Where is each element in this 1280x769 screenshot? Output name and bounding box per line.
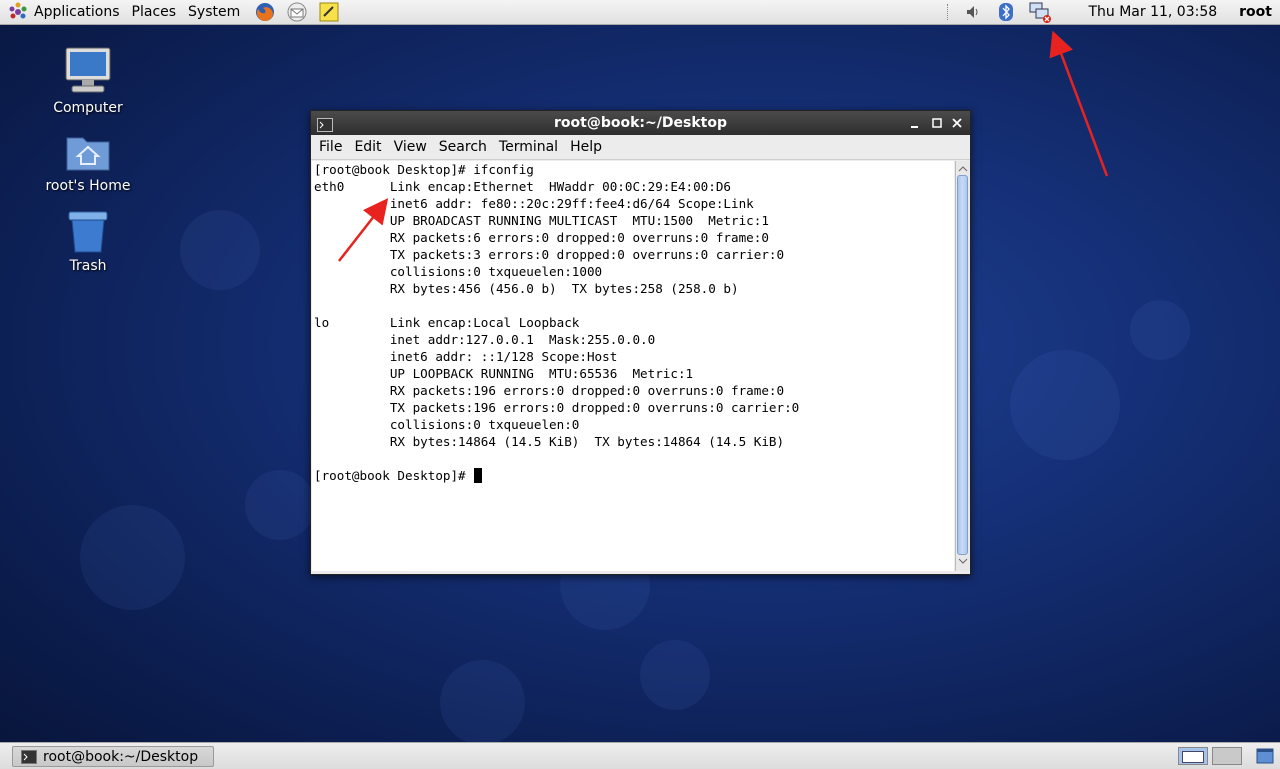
text-cursor xyxy=(474,468,483,483)
desktop-icon-label: Trash xyxy=(69,258,107,274)
computer-icon xyxy=(62,44,114,96)
menu-edit[interactable]: Edit xyxy=(348,139,387,155)
close-button[interactable] xyxy=(950,111,964,135)
vertical-scrollbar[interactable] xyxy=(955,161,970,571)
terminal-line: RX packets:6 errors:0 dropped:0 overruns… xyxy=(314,230,769,245)
desktop-icon-computer[interactable]: Computer xyxy=(33,44,143,116)
terminal-app-icon xyxy=(317,116,333,140)
bluetooth-icon[interactable] xyxy=(998,2,1014,22)
workspace-window-thumb xyxy=(1182,751,1204,763)
terminal-line: inet6 addr: ::1/128 Scope:Host xyxy=(314,349,618,364)
terminal-line: collisions:0 txqueuelen:1000 xyxy=(314,264,603,279)
terminal-menubar: File Edit View Search Terminal Help xyxy=(311,135,970,160)
home-folder-icon xyxy=(65,130,111,174)
terminal-prompt: [root@book Desktop]# xyxy=(314,468,474,483)
gnome-foot-icon[interactable] xyxy=(8,2,28,22)
terminal-line: [root@book Desktop]# ifconfig xyxy=(314,162,534,177)
terminal-task-icon xyxy=(21,749,37,764)
desktop-icon-label: root's Home xyxy=(45,178,131,194)
annotation-arrow-network-icon xyxy=(1049,30,1109,177)
window-title: root@book:~/Desktop xyxy=(554,115,727,131)
firefox-icon[interactable] xyxy=(254,1,276,23)
terminal-line: UP BROADCAST RUNNING MULTICAST MTU:1500 … xyxy=(314,213,769,228)
menu-view[interactable]: View xyxy=(388,139,433,155)
terminal-line: TX packets:3 errors:0 dropped:0 overruns… xyxy=(314,247,785,262)
menu-system[interactable]: System xyxy=(182,0,246,24)
top-panel: Applications Places System Thu Mar 11, 0… xyxy=(0,0,1280,25)
menu-help[interactable]: Help xyxy=(564,139,608,155)
menu-applications[interactable]: Applications xyxy=(28,0,126,24)
terminal-line: inet6 addr: fe80::20c:29ff:fee4:d6/64 Sc… xyxy=(314,196,754,211)
menu-places[interactable]: Places xyxy=(126,0,183,24)
terminal-line: RX packets:196 errors:0 dropped:0 overru… xyxy=(314,383,785,398)
terminal-line: eth0 Link encap:Ethernet HWaddr 00:0C:29… xyxy=(314,179,732,194)
terminal-line: UP LOOPBACK RUNNING MTU:65536 Metric:1 xyxy=(314,366,694,381)
terminal-line: RX bytes:456 (456.0 b) TX bytes:258 (258… xyxy=(314,281,739,296)
taskbar-button-terminal[interactable]: root@book:~/Desktop xyxy=(12,746,214,767)
window-titlebar[interactable]: root@book:~/Desktop xyxy=(311,111,970,135)
show-desktop-icon[interactable] xyxy=(1256,748,1274,768)
tray-separator xyxy=(947,4,950,20)
terminal-line: collisions:0 txqueuelen:0 xyxy=(314,417,580,432)
desktop-icon-home[interactable]: root's Home xyxy=(33,130,143,194)
user-menu[interactable]: root xyxy=(1239,4,1272,20)
terminal-line: lo Link encap:Local Loopback xyxy=(314,315,580,330)
desktop-icon-trash[interactable]: Trash xyxy=(33,210,143,274)
trash-icon xyxy=(66,210,110,254)
mail-icon[interactable] xyxy=(286,1,308,23)
taskbar-button-label: root@book:~/Desktop xyxy=(43,748,199,765)
menu-search[interactable]: Search xyxy=(433,139,493,155)
terminal-prompt-line[interactable]: [root@book Desktop]# xyxy=(312,467,954,484)
volume-icon[interactable] xyxy=(964,3,982,21)
terminal-line: RX bytes:14864 (14.5 KiB) TX bytes:14864… xyxy=(314,434,785,449)
terminal-window[interactable]: root@book:~/Desktop File Edit View Searc… xyxy=(310,110,971,575)
terminal-line: TX packets:196 errors:0 dropped:0 overru… xyxy=(314,400,800,415)
menu-terminal[interactable]: Terminal xyxy=(493,139,564,155)
network-disconnected-icon[interactable] xyxy=(1028,1,1052,23)
desktop-icon-label: Computer xyxy=(53,100,123,116)
bottom-panel: root@book:~/Desktop xyxy=(0,742,1280,769)
scrollbar-thumb[interactable] xyxy=(957,175,968,555)
terminal-line: inet addr:127.0.0.1 Mask:255.0.0.0 xyxy=(314,332,656,347)
workspace-2[interactable] xyxy=(1212,747,1242,765)
maximize-button[interactable] xyxy=(930,111,944,135)
minimize-button[interactable] xyxy=(908,111,922,135)
clock[interactable]: Thu Mar 11, 03:58 xyxy=(1088,4,1217,20)
menu-file[interactable]: File xyxy=(313,139,348,155)
notes-icon[interactable] xyxy=(318,1,340,23)
scroll-down-arrow-icon[interactable] xyxy=(958,554,968,570)
workspace-1[interactable] xyxy=(1178,747,1208,765)
terminal-output[interactable]: [root@book Desktop]# ifconfig eth0 Link … xyxy=(312,161,954,571)
